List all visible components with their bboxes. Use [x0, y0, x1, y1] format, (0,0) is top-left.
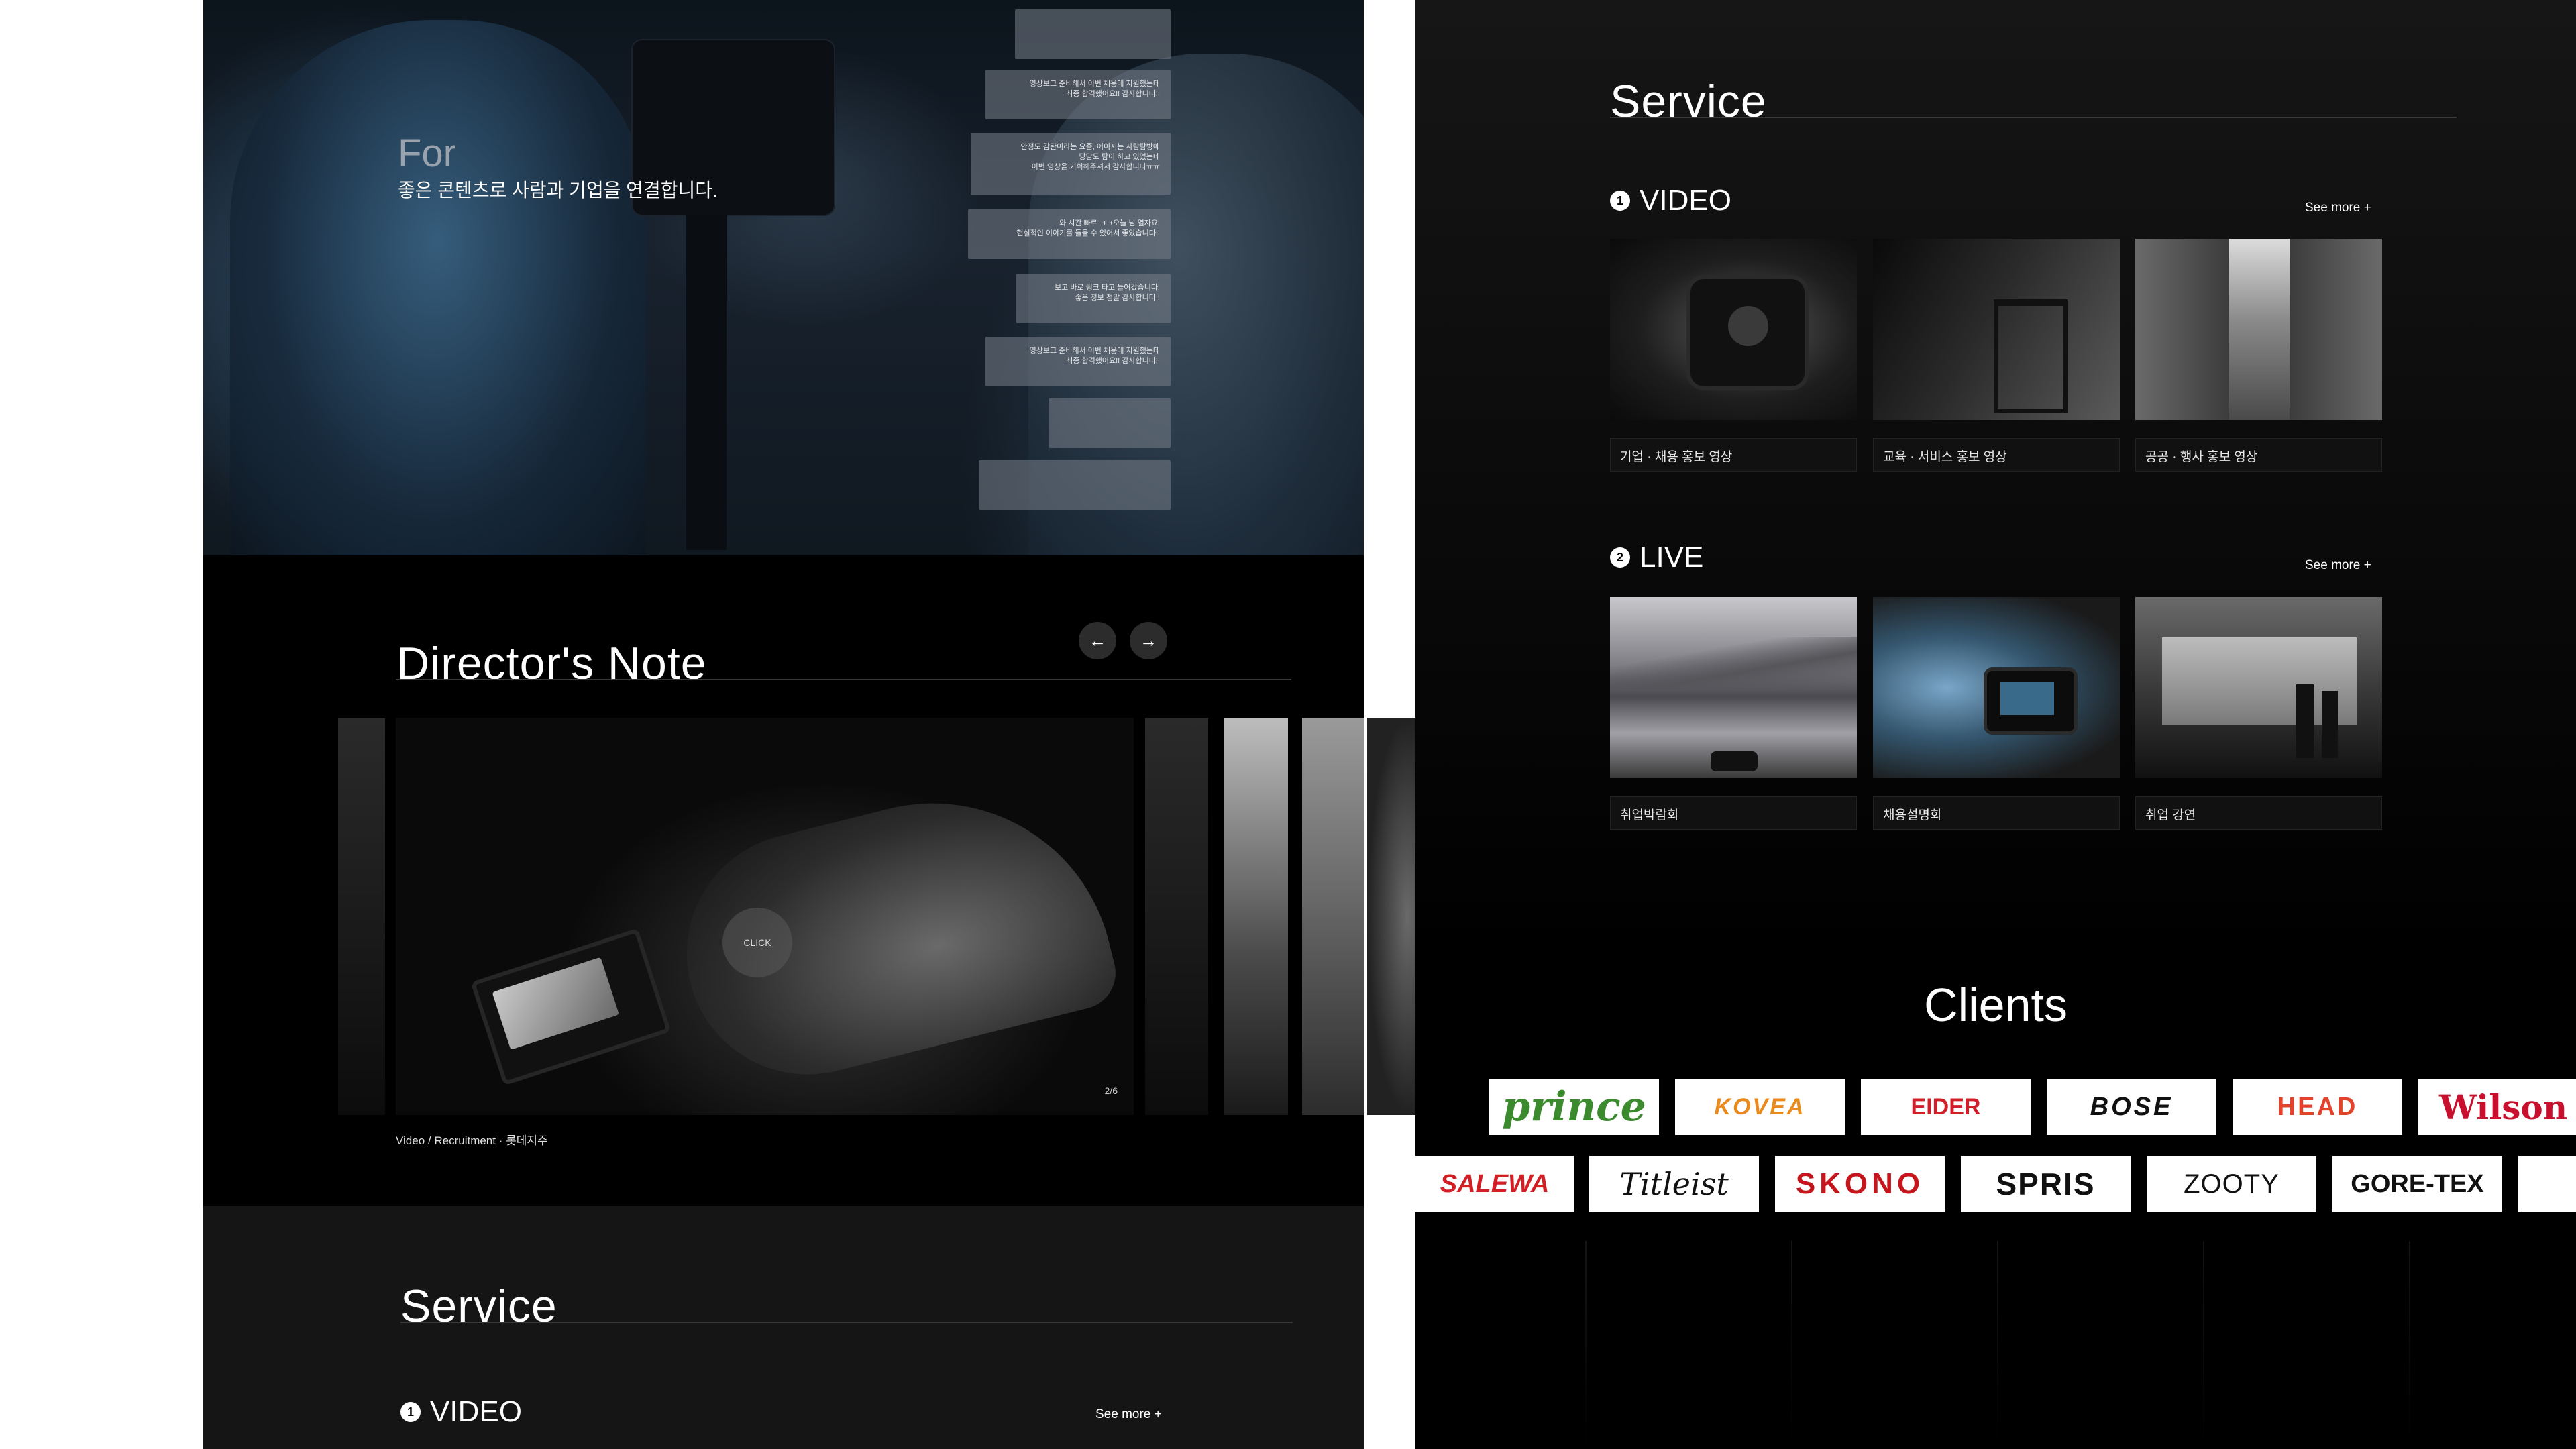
live-item-label[interactable]: 채용설명회	[1873, 796, 2120, 830]
title-divider	[1610, 117, 2457, 118]
left-service-title: Service	[400, 1281, 557, 1332]
next-slide-button[interactable]: →	[1130, 622, 1167, 659]
video-thumb-corporate[interactable]	[1610, 239, 1857, 420]
live-thumb-job-fair[interactable]	[1610, 597, 1857, 778]
column-divider	[1585, 1241, 1587, 1449]
camera-screen	[2000, 682, 2054, 715]
building-left	[2135, 239, 2229, 420]
client-logo-salewa: SALEWA	[1415, 1156, 1574, 1212]
arrow-right-icon: →	[1140, 630, 1157, 651]
right-page-preview: Service 1 VIDEO See more + 기업 · 채용 홍보 영상…	[1415, 0, 2576, 1449]
building-right	[2290, 239, 2382, 420]
mountain-shape	[1610, 637, 1857, 691]
live-item-label[interactable]: 취업 강연	[2135, 796, 2382, 830]
live-item-label[interactable]: 취업박람회	[1610, 796, 1857, 830]
column-divider	[1791, 1241, 1792, 1449]
live-heading: 2 LIVE	[1610, 541, 1703, 574]
video-item-label[interactable]: 공공 · 행사 홍보 영상	[2135, 438, 2382, 472]
client-logo-partial	[2518, 1156, 2576, 1212]
review-bubble-empty	[979, 460, 1171, 510]
review-bubble: 영상보고 준비해서 이번 채용에 지원했는데 최종 합격했어요!! 감사합니다!…	[985, 70, 1171, 119]
slide-caption: Video / Recruitment · 롯데지주	[396, 1134, 548, 1147]
client-logo-titleist: Titleist	[1589, 1156, 1759, 1212]
review-bubble-empty	[1015, 9, 1171, 59]
carousel-slide-current[interactable]: CLICK 2/6	[396, 718, 1134, 1115]
review-bubble: 보고 바로 링크 타고 들어갔습니다! 좋은 정보 정말 감사합니다 !	[1016, 274, 1171, 323]
service-title: Service	[1610, 76, 1767, 127]
column-divider	[1997, 1241, 1998, 1449]
carousel-slide-next-3[interactable]	[1302, 718, 1364, 1115]
hero-person-left	[230, 20, 646, 555]
left-video-see-more[interactable]: See more +	[1095, 1407, 1162, 1422]
live-thumb-lecture[interactable]	[2135, 597, 2382, 778]
lens-shape	[1728, 306, 1768, 346]
slide-monitor	[470, 928, 672, 1086]
client-logo-skono: SKONO	[1775, 1156, 1945, 1212]
video-thumb-education[interactable]	[1873, 239, 2120, 420]
client-logo-eider: EIDER	[1861, 1079, 2031, 1135]
left-service-section: Service 1 VIDEO See more +	[203, 1206, 1364, 1449]
review-bubble: 와 시간 빠르 ㅋㅋ오늘 님 열자요! 현실적인 이야기를 들을 수 있어서 좋…	[968, 209, 1171, 259]
client-logo-spris: SPRIS	[1961, 1156, 2131, 1212]
person-silhouette	[2322, 691, 2338, 758]
client-logo-head: HEAD	[2233, 1079, 2402, 1135]
review-bubble: 안정도 감탄이라는 요즘, 어이지는 사람탐방에 당당도 탐이 하고 있었는데 …	[971, 133, 1171, 195]
number-badge: 1	[400, 1402, 421, 1422]
carousel-slide-prev[interactable]	[338, 718, 385, 1115]
live-see-more[interactable]: See more +	[2305, 558, 2371, 573]
arrow-left-icon: ←	[1089, 630, 1106, 651]
column-divider	[2203, 1241, 2204, 1449]
slide-counter: 2/6	[1104, 1085, 1118, 1096]
slide-monitor-screen	[492, 957, 620, 1050]
client-logo-gore-tex: GORE-TEX	[2332, 1156, 2502, 1212]
client-logo-prince: prince	[1489, 1079, 1659, 1135]
column-divider	[2409, 1241, 2410, 1449]
click-button[interactable]: CLICK	[722, 908, 792, 977]
number-badge: 1	[1610, 191, 1630, 211]
live-label: LIVE	[1640, 541, 1704, 574]
person-silhouette	[2296, 684, 2314, 758]
left-video-label: VIDEO	[430, 1395, 522, 1428]
live-thumb-briefing[interactable]	[1873, 597, 2120, 778]
hero-tagline: 좋은 콘텐츠로 사람과 기업을 연결합니다.	[398, 180, 718, 201]
directors-note-title: Director's Note	[396, 638, 707, 689]
video-label: VIDEO	[1640, 184, 1731, 217]
left-page-preview: For 좋은 콘텐츠로 사람과 기업을 연결합니다. 영상보고 준비해서 이번 …	[203, 0, 1364, 1449]
prev-slide-button[interactable]: ←	[1079, 622, 1116, 659]
client-logo-kovea: KOVEA	[1675, 1079, 1845, 1135]
video-item-label[interactable]: 교육 · 서비스 홍보 영상	[1873, 438, 2120, 472]
hero-for-label: For	[398, 131, 456, 175]
client-logo-wilson: Wilson	[2418, 1079, 2576, 1135]
review-bubble-empty	[1049, 398, 1171, 448]
carousel-slide-next-2[interactable]	[1224, 718, 1288, 1115]
client-logo-bose: BOSE	[2047, 1079, 2216, 1135]
camera-stand	[686, 215, 727, 550]
video-see-more[interactable]: See more +	[2305, 201, 2371, 215]
video-heading: 1 VIDEO	[1610, 184, 1731, 217]
review-bubble: 영상보고 준비해서 이번 채용에 지원했는데 최종 합격했어요!! 감사합니다!…	[985, 337, 1171, 386]
hero-section: For 좋은 콘텐츠로 사람과 기업을 연결합니다. 영상보고 준비해서 이번 …	[203, 0, 1364, 555]
clients-title: Clients	[1924, 979, 2068, 1031]
number-badge: 2	[1610, 547, 1630, 568]
client-logo-zooty: ZOOTY	[2147, 1156, 2316, 1212]
video-item-label[interactable]: 기업 · 채용 홍보 영상	[1610, 438, 1857, 472]
camera-shape	[1711, 751, 1758, 771]
title-divider	[396, 679, 1291, 680]
carousel-slide-next[interactable]	[1145, 718, 1208, 1115]
title-divider	[400, 1322, 1293, 1323]
chair-shape	[1994, 299, 2068, 413]
left-video-heading: 1 VIDEO	[400, 1395, 522, 1429]
video-thumb-public[interactable]	[2135, 239, 2382, 420]
